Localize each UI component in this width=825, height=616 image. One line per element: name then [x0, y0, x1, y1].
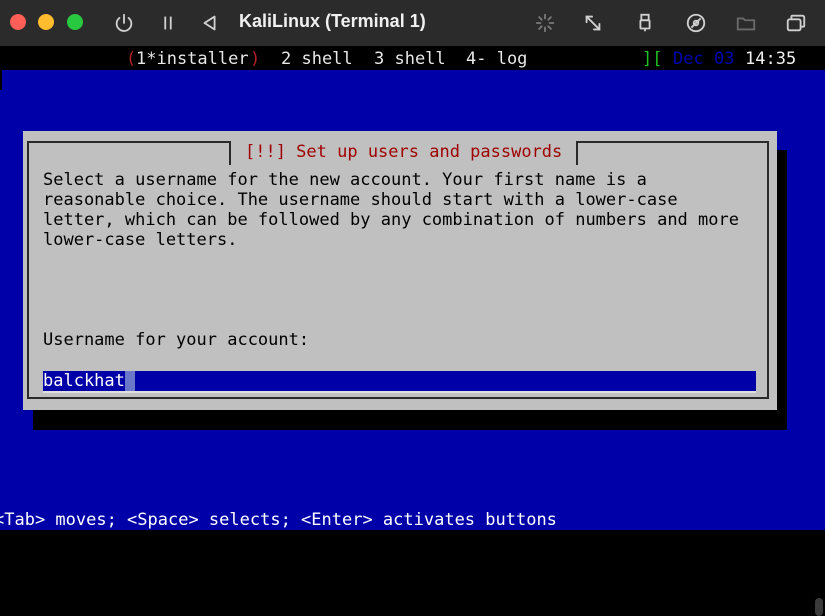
spinner-icon — [532, 9, 558, 37]
close-window-button[interactable] — [10, 14, 26, 30]
zoom-window-button[interactable] — [67, 14, 83, 30]
status-open-paren: ( — [126, 49, 137, 69]
resize-arrows-icon[interactable] — [580, 9, 606, 37]
username-input[interactable]: balckhat — [43, 371, 756, 393]
tmux-window-shell-2[interactable]: 2 shell — [281, 46, 353, 72]
minimize-window-button[interactable] — [38, 14, 54, 30]
continue-button[interactable]: <Continue> — [610, 410, 712, 430]
terminal-bottom-area — [0, 530, 825, 616]
status-brackets: ][ — [642, 49, 663, 69]
back-triangle-icon[interactable] — [197, 9, 223, 37]
dialog-prompt: Select a username for the new account. Y… — [43, 170, 739, 250]
disc-icon[interactable] — [683, 9, 709, 37]
username-value[interactable]: balckhat — [43, 371, 125, 391]
window-title: KaliLinux (Terminal 1) — [239, 11, 426, 31]
installer-console: [!!] Set up users and passwords Select a… — [0, 70, 825, 530]
scrollbar-thumb[interactable] — [815, 598, 823, 616]
tmux-window-installer[interactable]: 1*installer — [136, 46, 249, 72]
dialog-title: [!!] Set up users and passwords — [229, 141, 579, 165]
keyboard-help-line: <Tab> moves; <Space> selects; <Enter> ac… — [0, 510, 557, 530]
status-date: Dec 03 — [673, 49, 735, 69]
window-title-bar: KaliLinux (Terminal 1) — [0, 0, 825, 46]
usb-icon[interactable] — [632, 9, 658, 37]
tmux-window-log[interactable]: 4- log — [466, 46, 527, 72]
pause-icon[interactable] — [155, 9, 181, 37]
go-back-button[interactable]: <Go Back> — [85, 410, 177, 430]
tmux-status-bar: ( 1*installer ) 2 shell 3 shell 4- log ]… — [0, 46, 825, 70]
username-label: Username for your account: — [43, 330, 310, 350]
setup-users-dialog: [!!] Set up users and passwords Select a… — [23, 131, 777, 430]
power-icon[interactable] — [111, 9, 137, 37]
status-time: 14:35 — [745, 49, 797, 69]
console-edge-mark — [0, 70, 4, 90]
status-close-paren: ) — [250, 49, 261, 69]
tmux-window-shell-3[interactable]: 3 shell — [374, 46, 446, 72]
text-cursor — [124, 371, 135, 391]
folder-icon[interactable] — [733, 9, 759, 37]
windows-icon[interactable] — [783, 9, 809, 37]
